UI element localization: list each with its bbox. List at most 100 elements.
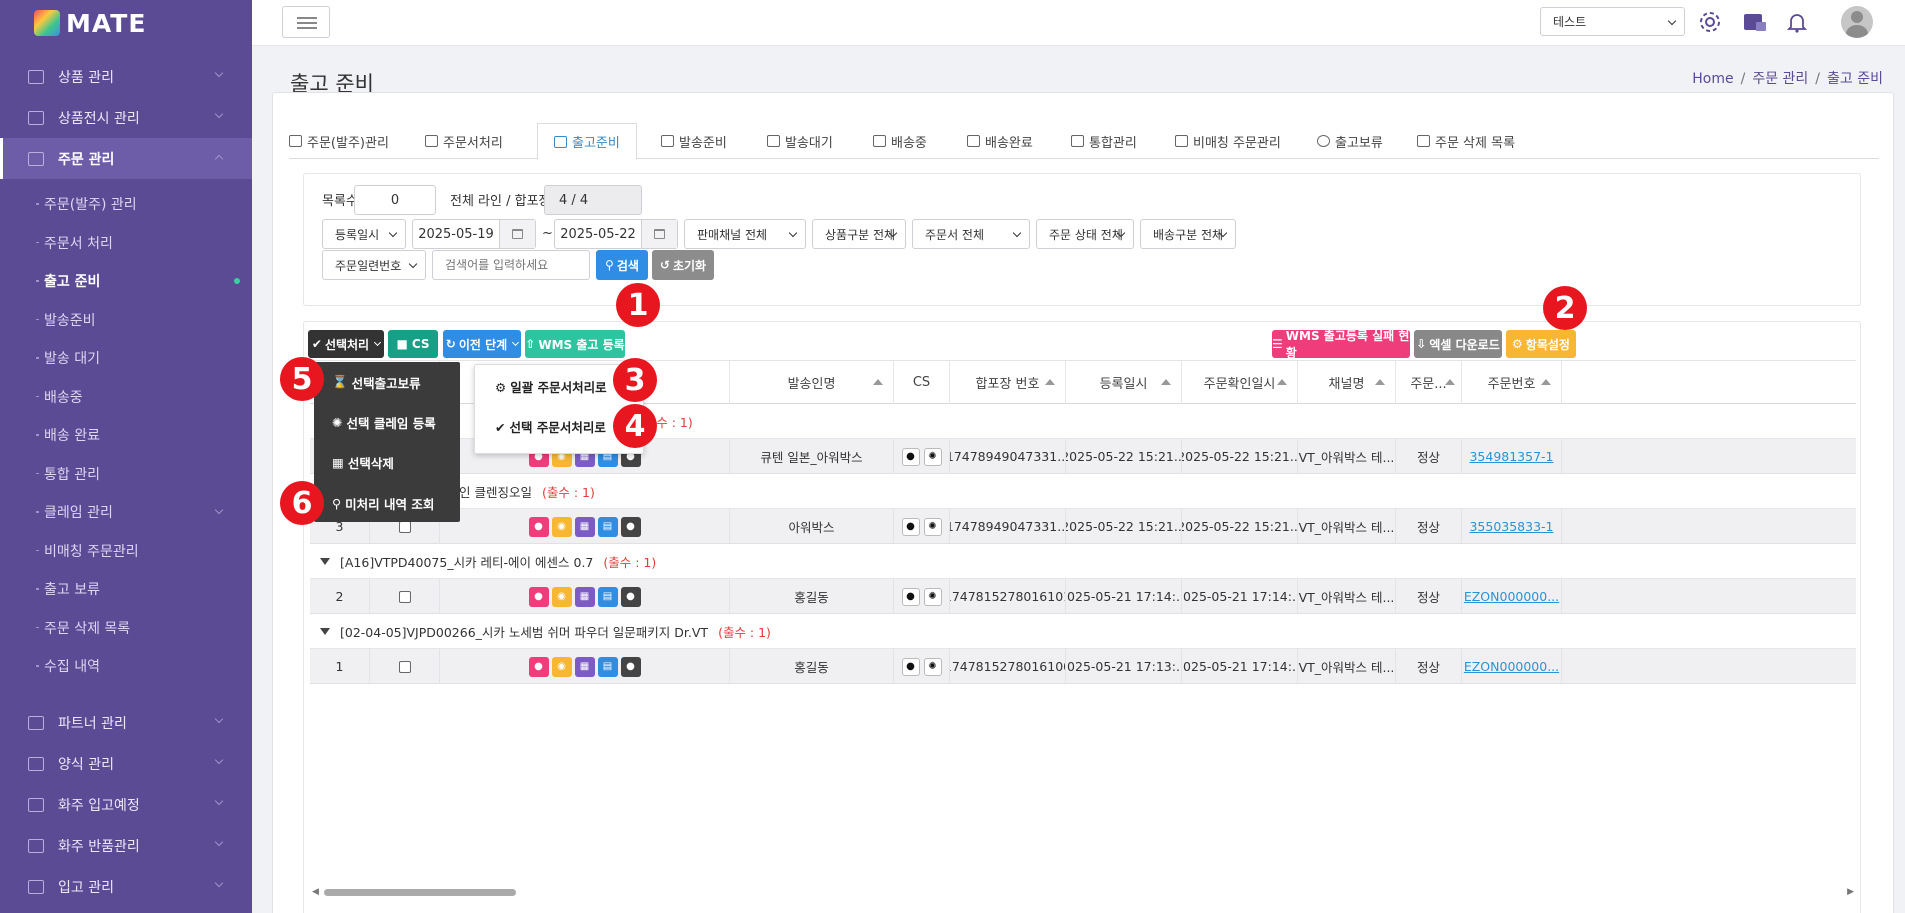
menu-item-selected-to-process[interactable]: ✔ 선택 주문서처리로 [495,417,606,436]
select-process-button[interactable]: ✔ 선택처리 [308,330,384,358]
order-no-link[interactable]: EZON000000... [1464,659,1559,674]
tab-unmatched[interactable]: 비매칭 주문관리 [1175,123,1281,159]
group-row[interactable]: [A16]VTPD40075_시카 레티-에이 에센스 0.7 (출수 : 1) [310,544,1856,579]
wms-register-button[interactable]: ⇧ WMS 출고 등록 [525,330,625,358]
search-button[interactable]: ⚲ 검색 [596,250,648,280]
claim-icon[interactable]: ✺ [923,587,942,606]
calendar-icon-button[interactable] [499,220,535,248]
header-confirm-date[interactable]: 주문확인일시 [1182,361,1298,404]
order-form-select[interactable]: 주문서 전체 [912,219,1030,249]
chat-icon[interactable]: ● [620,656,641,677]
header-sender[interactable]: 발송인명 [730,361,894,404]
sidebar-item-partners[interactable]: 파트너 관리 [0,702,252,743]
row-checkbox[interactable] [398,520,411,533]
company-select[interactable]: 테스트 [1540,7,1685,36]
order-no-link[interactable]: EZON000000... [1464,589,1559,604]
sidebar-subitem-integrated[interactable]: 통합 관리 [0,455,252,494]
menu-item-claim[interactable]: ✺ 선택 클레임 등록 [332,412,436,432]
collapse-triangle-icon[interactable] [320,557,330,565]
stop-icon[interactable]: ◉ [551,656,572,677]
tab-hold[interactable]: 출고보류 [1317,123,1383,159]
sidebar-item-inbound-schedule[interactable]: 화주 입고예정 [0,784,252,825]
excel-download-button[interactable]: ⇩ 엑셀 다운로드 [1414,330,1502,358]
breadcrumb-home[interactable]: Home [1692,71,1733,87]
header-order-status[interactable]: 주문... [1396,361,1462,404]
date-type-select[interactable]: 등록일시 [322,219,406,249]
sidebar-subitem-shipping-prep[interactable]: 출고 준비 [0,262,252,301]
sidebar-item-forms[interactable]: 양식 관리 [0,743,252,784]
sidebar-subitem-delivered[interactable]: 배송 완료 [0,416,252,455]
claim-icon[interactable]: ✺ [923,657,942,676]
sidebar-subitem-hold[interactable]: 출고 보류 [0,570,252,609]
bell-icon[interactable] [1785,10,1809,34]
group-row[interactable]: [02-04-05]VJPD00266_시카 노세범 쉬머 파우더 일문패키지 … [310,614,1856,649]
tab-order-manage[interactable]: 주문(발주)관리 [289,123,389,159]
tab-dispatch-prep[interactable]: 발송준비 [661,123,727,159]
comment-icon[interactable]: ● [901,657,920,676]
header-order-no[interactable]: 주문번호 [1462,361,1562,404]
sidebar-subitem-in-delivery[interactable]: 배송중 [0,378,252,417]
comment-icon[interactable]: ● [901,517,920,536]
calendar-icon-button[interactable] [641,220,677,248]
tab-integrated[interactable]: 통합관리 [1071,123,1137,159]
table-row[interactable]: 1 ● ◉ ▦ ▤ ● 홍길동 ● ✺ 1747815278016100 2025-05-… [310,649,1856,684]
menu-item-delete[interactable]: ▦ 선택삭제 [332,452,394,472]
gear-icon[interactable] [1698,10,1722,34]
date-from-input[interactable]: 2025-05-19 [412,219,536,249]
table-row[interactable]: 2 ● ◉ ▦ ▤ ● 홍길동 ● ✺ 1747815278016101 2025-05-… [310,579,1856,614]
sidebar-item-orders[interactable]: 주문 관리 [0,138,252,179]
app-logo[interactable]: MATE [0,0,252,46]
menu-toggle-button[interactable] [282,6,330,38]
order-no-link[interactable]: 354981357-1 [1469,449,1553,464]
sidebar-subitem-dispatch-prep[interactable]: 발송준비 [0,301,252,340]
row-checkbox[interactable] [398,660,411,673]
header-channel[interactable]: 채널명 [1298,361,1396,404]
stop-icon[interactable]: ◉ [551,516,572,537]
cog-icon[interactable]: ● [528,656,549,677]
comment-icon[interactable]: ● [901,447,920,466]
chat-icon[interactable]: ● [620,516,641,537]
comment-icon[interactable]: ● [901,587,920,606]
sidebar-item-inbound[interactable]: 입고 관리 [0,866,252,907]
search-input[interactable] [432,250,590,280]
cs-button[interactable]: ■ CS [388,330,438,358]
stop-icon[interactable]: ◉ [551,586,572,607]
sidebar-subitem-claims[interactable]: 클레임 관리 [0,493,252,532]
sidebar-item-products[interactable]: 상품 관리 [0,56,252,97]
tab-deleted[interactable]: 주문 삭제 목록 [1417,123,1515,159]
sidebar-subitem-collection[interactable]: 수집 내역 [0,647,252,686]
column-settings-button[interactable]: ⚙ 항목설정 [1506,330,1576,358]
sidebar-subitem-order-process[interactable]: 주문서 처리 [0,224,252,263]
cog-icon[interactable]: ● [528,586,549,607]
tab-shipping-prep[interactable]: 출고준비 [537,123,637,160]
scroll-left-icon[interactable]: ◀ [312,887,319,897]
sidebar-subitem-deleted[interactable]: 주문 삭제 목록 [0,609,252,648]
trash-icon[interactable]: ▦ [574,656,595,677]
count-input[interactable]: 0 [354,185,436,215]
sidebar-subitem-order-manage[interactable]: 주문(발주) 관리 [0,185,252,224]
wms-fail-status-button[interactable]: ☰ WMS 출고등록 실패 현황 [1272,329,1410,360]
sidebar-subitem-unmatched[interactable]: 비매칭 주문관리 [0,532,252,571]
row-checkbox[interactable] [398,590,411,603]
date-to-input[interactable]: 2025-05-22 [554,219,678,249]
product-type-select[interactable]: 상품구분 전체 [812,219,906,249]
search-field-select[interactable]: 주문일련번호 [322,250,426,280]
menu-item-bulk-to-process[interactable]: ⚙ 일괄 주문서처리로 [495,377,607,396]
document-icon[interactable]: ▤ [597,516,618,537]
order-status-select[interactable]: 주문 상태 전체 [1036,219,1134,249]
user-avatar[interactable] [1841,6,1873,38]
trash-icon[interactable]: ▦ [574,516,595,537]
claim-icon[interactable]: ✺ [923,447,942,466]
group-row[interactable]: 젤라인 클렌징오일 (출수 : 1) [310,474,1856,509]
order-no-link[interactable]: 355035833-1 [1469,519,1553,534]
sidebar-item-returns[interactable]: 화주 반품관리 [0,825,252,866]
sidebar-item-product-display[interactable]: 상품전시 관리 [0,97,252,138]
delivery-box-icon[interactable] [1742,10,1768,34]
tab-order-process[interactable]: 주문서처리 [425,123,503,159]
delivery-type-select[interactable]: 배송구분 전체 [1140,219,1236,249]
trash-icon[interactable]: ▦ [574,586,595,607]
tab-delivered[interactable]: 배송완료 [967,123,1033,159]
claim-icon[interactable]: ✺ [923,517,942,536]
table-row[interactable]: 3 ● ◉ ▦ ▤ ● 아워박스 ● ✺ 17478949047331... 2025-0… [310,509,1856,544]
reset-button[interactable]: ↺ 초기화 [652,250,714,280]
